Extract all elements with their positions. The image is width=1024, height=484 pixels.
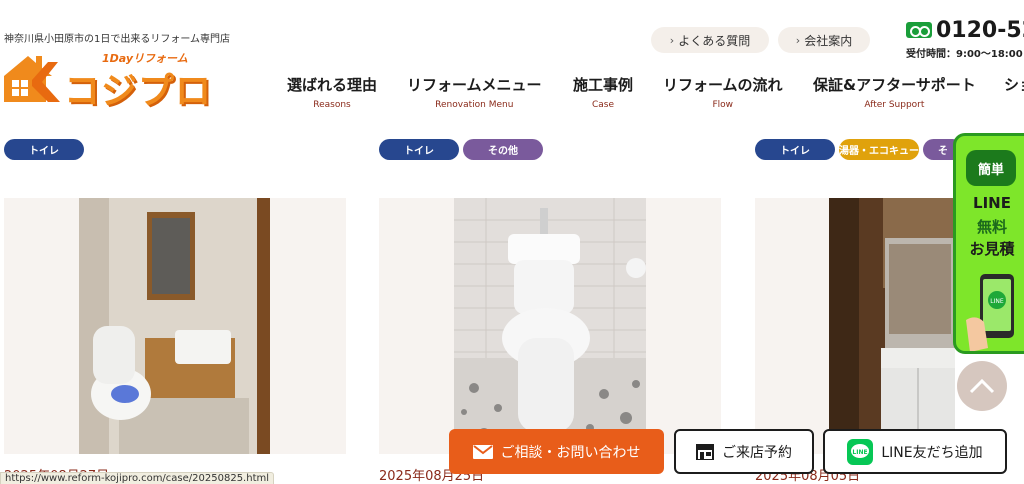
line-add-friend-button[interactable]: LINE LINE友だち追加: [823, 429, 1007, 474]
chevron-up-icon: [969, 378, 995, 394]
chevron-right-icon: ›: [669, 33, 675, 47]
company-link-label: 会社案内: [804, 33, 853, 48]
category-tag-toilet[interactable]: トイレ: [755, 139, 835, 160]
svg-text:LINE: LINE: [990, 298, 1004, 305]
nav-item-renovation-menu[interactable]: リフォームメニュー Renovation Menu: [407, 74, 542, 110]
nav-sublabel: Renovation Menu: [435, 100, 514, 110]
nav-item-flow[interactable]: リフォームの流れ Flow: [663, 74, 783, 110]
line-banner-free-text: 無料: [976, 218, 1007, 236]
nav-item-after-support[interactable]: 保証&アフターサポート After Support: [813, 74, 976, 110]
company-link[interactable]: › 会社案内: [778, 27, 870, 53]
site-tagline: 神奈川県小田原市の1日で出来るリフォーム専門店: [4, 34, 231, 45]
store-visit-button-label: ご来店予約: [722, 444, 792, 461]
freedial-icon: [906, 21, 932, 38]
chevron-right-icon: ›: [795, 33, 801, 47]
line-banner-line-text: LINE: [973, 194, 1011, 212]
nav-label: リフォームの流れ: [663, 76, 783, 94]
nav-sublabel: After Support: [864, 100, 925, 110]
faq-link[interactable]: › よくある質問: [651, 27, 769, 53]
scroll-to-top-button[interactable]: [957, 361, 1007, 411]
category-tag-water-heater[interactable]: 給湯器・エコキュート: [839, 139, 919, 160]
phone-number[interactable]: 0120-52: [906, 18, 1024, 43]
faq-link-label: よくある質問: [678, 33, 751, 48]
business-hours: 受付時間：9:00〜18:00（: [906, 49, 1024, 60]
contact-button[interactable]: ご相談・お問い合わせ: [449, 429, 664, 474]
nav-sublabel: Flow: [712, 100, 734, 110]
logo-k-house-icon: [4, 56, 60, 102]
nav-label: 施工事例: [573, 76, 634, 94]
case-photo-vanity[interactable]: [829, 198, 955, 454]
line-icon: LINE: [847, 438, 874, 465]
line-estimate-banner[interactable]: 簡単 LINE 無料 お見積 LINE: [953, 133, 1024, 354]
nav-label: ショ: [1004, 76, 1024, 94]
logo-brand-text: コジプロ: [64, 71, 213, 112]
nav-item-reasons[interactable]: 選ばれる理由 Reasons: [287, 74, 377, 110]
site-logo[interactable]: 1Dayリフォーム コジプロ: [4, 48, 216, 112]
nav-label: 選ばれる理由: [287, 76, 378, 94]
smartphone-hand-icon: LINE: [966, 274, 1014, 351]
nav-item-case[interactable]: 施工事例 Case: [573, 74, 633, 110]
easy-badge: 簡単: [966, 150, 1016, 186]
nav-sublabel: Case: [591, 100, 615, 110]
category-tag-toilet[interactable]: トイレ: [4, 139, 84, 160]
nav-item-showroom[interactable]: ショ: [1004, 74, 1024, 95]
case-photo-toilet-with-sink[interactable]: [79, 198, 270, 454]
contact-button-label: ご相談・お問い合わせ: [500, 444, 641, 461]
store-visit-button[interactable]: ご来店予約: [674, 429, 814, 474]
svg-text:LINE: LINE: [853, 449, 868, 456]
shop-icon: [696, 443, 714, 460]
nav-label: 保証&アフターサポート: [813, 76, 976, 94]
phone-number-text: 0120-52: [936, 18, 1024, 43]
category-tag-toilet[interactable]: トイレ: [379, 139, 459, 160]
status-bar-url: https://www.reform-kojipro.com/case/2025…: [0, 472, 275, 484]
nav-sublabel: Reasons: [313, 100, 351, 110]
line-add-friend-button-label: LINE友だち追加: [881, 444, 983, 461]
case-photo-white-toilet[interactable]: [454, 198, 646, 454]
category-tag-other[interactable]: その他: [463, 139, 543, 160]
line-banner-estimate-text: お見積: [969, 240, 1015, 258]
mail-icon: [472, 444, 493, 459]
nav-label: リフォームメニュー: [407, 76, 542, 94]
